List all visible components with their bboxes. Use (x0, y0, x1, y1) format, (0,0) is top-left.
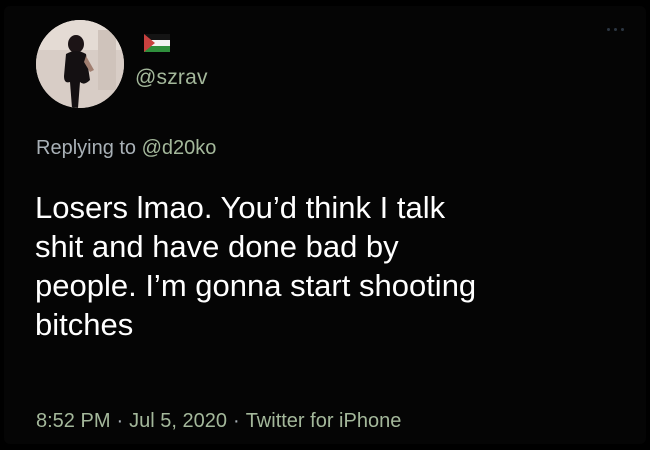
tweet-text: Losers lmao. You’d think I talk shit and… (35, 188, 625, 344)
tweet-time-link[interactable]: 8:52 PM (36, 410, 110, 432)
reply-mention-link[interactable]: @d20ko (142, 137, 217, 159)
tweet-meta: 8:52 PM · Jul 5, 2020 · Twitter for iPhone (36, 410, 401, 433)
palestine-flag-icon (144, 34, 170, 52)
replying-prefix: Replying to (36, 137, 137, 159)
more-options-icon[interactable] (607, 28, 624, 31)
tweet-date-link[interactable]: Jul 5, 2020 (129, 410, 227, 432)
tweet-line: Losers lmao. You’d think I talk (35, 190, 446, 225)
tweet-card: @szrav Replying to @d20ko Losers lmao. Y… (4, 6, 646, 444)
profile-photo-icon (36, 20, 124, 108)
tweet-line: bitches (35, 307, 134, 342)
avatar[interactable] (36, 20, 124, 108)
meta-separator: · (233, 410, 240, 432)
meta-separator: · (116, 410, 124, 432)
replying-to-line: Replying to @d20ko (36, 137, 216, 160)
tweet-line: shit and have done bad by (35, 229, 399, 264)
tweet-line: people. I’m gonna start shooting (35, 268, 477, 303)
user-handle[interactable]: @szrav (135, 66, 208, 90)
tweet-source-link[interactable]: Twitter for iPhone (246, 410, 402, 432)
